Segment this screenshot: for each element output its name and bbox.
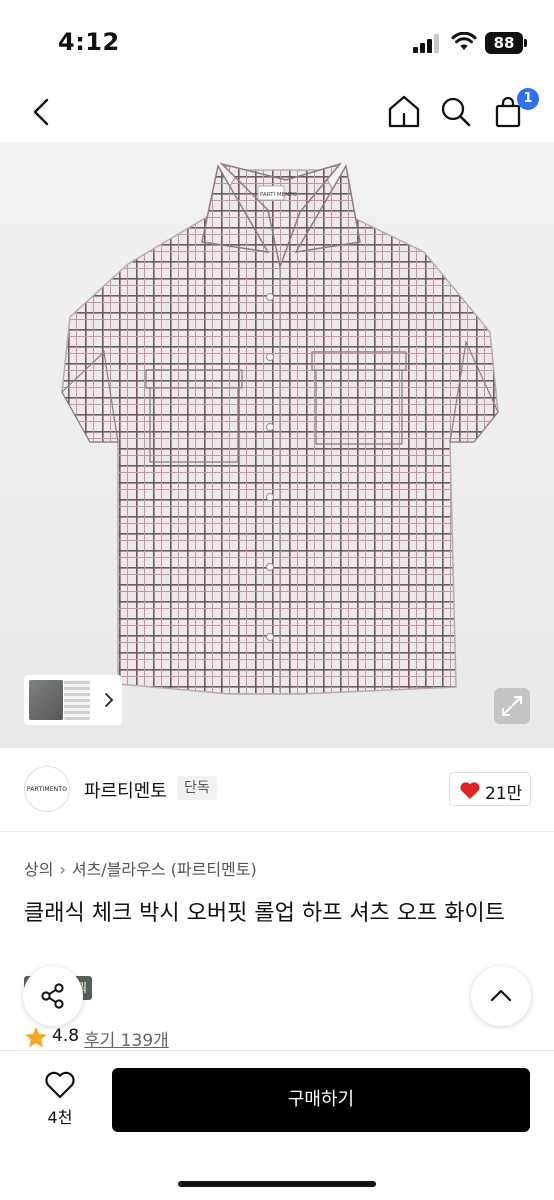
breadcrumb-subcategory[interactable]: 셔츠/블라우스 (파르티멘토)	[72, 856, 257, 880]
cart-button[interactable]: 1	[488, 88, 539, 132]
bottom-action-bar: 4천 구매하기	[0, 1050, 554, 1200]
rating-score: 4.8	[52, 1026, 80, 1046]
top-nav: 1	[0, 86, 554, 142]
breadcrumb-separator: ›	[59, 860, 66, 879]
review-count-link[interactable]: 후기 139개	[84, 1026, 169, 1051]
checked-shirt-illustration: PARTI MENTO	[61, 162, 499, 695]
thumbnail-1[interactable]	[29, 680, 63, 720]
cart-count-badge: 1	[517, 88, 539, 110]
brand-row: PARTIMENTO 파르티멘토 단독 21만	[0, 748, 554, 832]
thumbnail-strip[interactable]	[24, 675, 122, 725]
brand-logo[interactable]: PARTIMENTO	[24, 766, 70, 812]
status-time: 4:12	[58, 28, 120, 56]
battery-indicator: 88	[485, 32, 527, 54]
status-bar: 4:12 88	[0, 0, 554, 86]
home-icon	[388, 95, 420, 128]
brand-like-button[interactable]: 21만	[449, 772, 531, 806]
brand-like-count: 21만	[485, 784, 523, 804]
search-icon	[441, 97, 471, 127]
thumbnail-2[interactable]	[64, 680, 90, 720]
search-button[interactable]	[436, 92, 476, 132]
scroll-to-top-button[interactable]	[471, 966, 531, 1026]
buy-button[interactable]: 구매하기	[112, 1068, 530, 1132]
signal-icon	[413, 33, 441, 53]
expand-image-button[interactable]	[494, 688, 530, 724]
heart-icon	[460, 782, 480, 799]
breadcrumb-category[interactable]: 상의	[24, 856, 53, 880]
back-button[interactable]	[22, 92, 62, 132]
star-icon	[25, 1027, 47, 1048]
share-button[interactable]	[23, 966, 83, 1026]
expand-icon	[502, 696, 522, 716]
product-title: 클래식 체크 박시 오버핏 롤업 하프 셔츠 오프 화이트	[24, 901, 505, 926]
wifi-icon	[451, 32, 477, 50]
shirt-brand-label: PARTI MENTO	[260, 192, 298, 198]
exclusive-badge: 단독	[177, 776, 217, 800]
back-icon	[33, 98, 49, 126]
chevron-right-icon[interactable]	[102, 691, 116, 709]
product-image[interactable]: PARTI MENTO	[0, 142, 554, 748]
wishlist-count: 4천	[47, 1108, 73, 1127]
wishlist-button[interactable]: 4천	[34, 1069, 86, 1133]
share-icon	[41, 983, 64, 1009]
heart-icon	[45, 1071, 75, 1099]
home-button[interactable]	[384, 92, 424, 132]
breadcrumb: 상의 › 셔츠/블라우스 (파르티멘토)	[24, 856, 257, 880]
brand-name[interactable]: 파르티멘토	[84, 777, 167, 803]
chevron-up-icon	[490, 989, 512, 1002]
home-indicator	[178, 1181, 376, 1187]
